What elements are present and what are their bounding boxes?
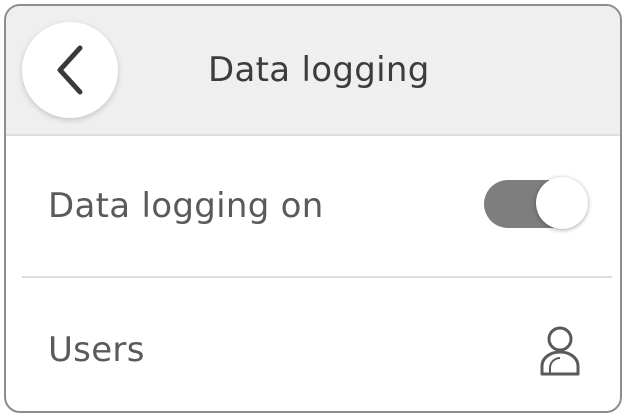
toggle-knob [536,177,588,229]
list-item-users[interactable]: Users [6,278,620,411]
back-button[interactable] [22,22,118,118]
page-title: Data logging [208,50,430,90]
user-icon[interactable] [536,324,584,378]
users-label: Users [48,330,145,370]
data-logging-toggle[interactable] [484,176,588,232]
data-logging-panel: Data logging Data logging on Users [4,4,622,413]
chevron-left-icon [57,45,83,95]
data-logging-on-label: Data logging on [48,186,324,226]
header-bar: Data logging [6,6,620,136]
